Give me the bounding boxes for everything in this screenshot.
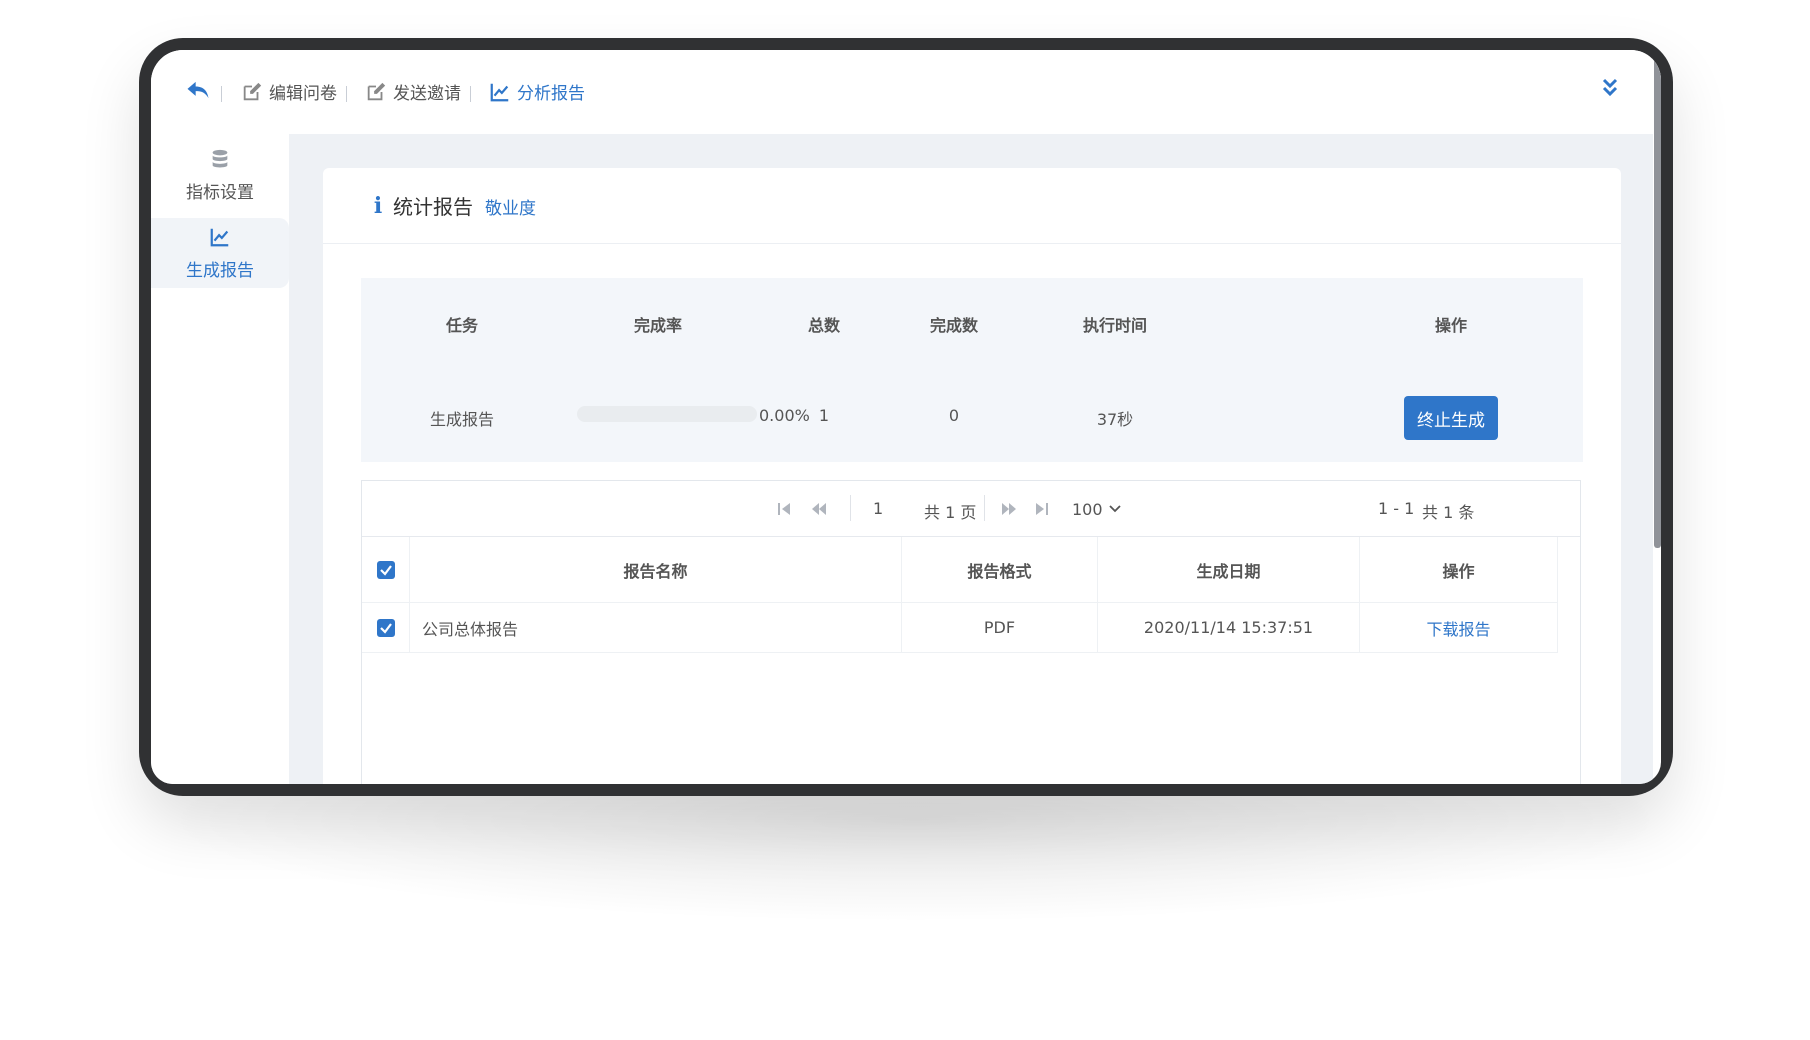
- select-all-checkbox[interactable]: [376, 560, 395, 579]
- check-icon: [379, 622, 392, 634]
- pager-divider: [850, 495, 851, 521]
- back-arrow-icon[interactable]: [184, 76, 212, 104]
- edit-icon: [243, 82, 262, 100]
- toolbar-item-analysis-report[interactable]: 分析报告: [489, 79, 585, 104]
- pager-divider: [984, 495, 985, 521]
- main-content: i 统计报告 敬业度 任务 完成率 总数 完成数 执行时间 操作 生成报告 0.…: [289, 134, 1653, 784]
- report-date: 2020/11/14 15:37:51: [1098, 603, 1360, 652]
- card-header: i 统计报告 敬业度: [323, 168, 1621, 244]
- report-name: 公司总体报告: [410, 603, 902, 652]
- line-chart-icon: [210, 228, 229, 246]
- toolbar-item-edit-survey[interactable]: 编辑问卷: [241, 79, 337, 104]
- edit-icon: [367, 82, 386, 100]
- sidebar-item-generate-report[interactable]: 生成报告: [151, 218, 289, 288]
- column-header-name[interactable]: 报告名称: [410, 537, 902, 602]
- sidebar-item-label: 生成报告: [186, 260, 254, 281]
- sidebar-item-indicator-settings[interactable]: 指标设置: [151, 134, 289, 216]
- info-icon: i: [373, 192, 383, 219]
- column-header-action: 操作: [1360, 537, 1558, 602]
- toolbar-divider: [470, 86, 471, 102]
- toolbar-item-send-invite[interactable]: 发送邀请: [365, 79, 461, 104]
- task-name: 生成报告: [429, 410, 495, 429]
- task-total: 1: [818, 406, 830, 425]
- last-page-icon[interactable]: [1034, 501, 1050, 517]
- task-header-task: 任务: [445, 316, 479, 335]
- chevron-down-icon[interactable]: [1107, 501, 1123, 517]
- card-title: 统计报告: [393, 195, 473, 219]
- top-toolbar: 编辑问卷 发送邀请 分析报告: [151, 50, 1661, 134]
- app-screen: 编辑问卷 发送邀请 分析报告 指标设置 生成报告 i 统计报告 敬业度 任务 完…: [151, 50, 1661, 784]
- line-chart-icon: [490, 83, 509, 101]
- toolbar-divider: [346, 86, 347, 102]
- page-size-select[interactable]: 100: [1072, 500, 1103, 519]
- reports-table: 1 共 1 页 100 1 - 1 共 1 条 报告名称 报告格式 生成日期 操…: [361, 480, 1581, 784]
- download-report-link[interactable]: 下载报告: [1426, 616, 1490, 640]
- double-chevron-down-icon[interactable]: [1601, 77, 1619, 99]
- card-subtitle: 敬业度: [485, 199, 536, 219]
- select-all-cell: [362, 537, 410, 602]
- check-icon: [379, 564, 392, 576]
- task-header-rate: 完成率: [633, 316, 683, 335]
- first-page-icon[interactable]: [776, 501, 792, 517]
- task-header-total: 总数: [807, 316, 841, 335]
- task-header-done: 完成数: [929, 316, 979, 335]
- total-records: 共 1 条: [1422, 503, 1475, 522]
- pagination-bar: 1 共 1 页 100 1 - 1 共 1 条: [362, 481, 1580, 537]
- progress-bar: [577, 406, 757, 422]
- sidebar-item-label: 指标设置: [186, 182, 254, 203]
- toolbar-divider: [221, 86, 222, 102]
- column-header-format[interactable]: 报告格式: [902, 537, 1098, 602]
- task-time: 37秒: [1096, 410, 1134, 429]
- task-header-time: 执行时间: [1082, 316, 1148, 335]
- database-icon: [212, 149, 228, 167]
- next-page-icon[interactable]: [1000, 501, 1018, 517]
- download-report-cell: 下载报告: [1360, 603, 1558, 652]
- stop-generation-button[interactable]: 终止生成: [1404, 396, 1498, 440]
- column-header-date[interactable]: 生成日期: [1098, 537, 1360, 602]
- task-done: 0: [948, 406, 960, 425]
- record-range: 1 - 1: [1378, 499, 1415, 518]
- prev-page-icon[interactable]: [810, 501, 828, 517]
- row-checkbox[interactable]: [376, 618, 395, 637]
- toolbar-item-label: 发送邀请: [393, 84, 461, 104]
- toolbar-item-label: 分析报告: [517, 84, 585, 104]
- table-header-row: 报告名称 报告格式 生成日期 操作: [362, 537, 1558, 603]
- report-card: i 统计报告 敬业度 任务 完成率 总数 完成数 执行时间 操作 生成报告 0.…: [323, 168, 1621, 784]
- row-select-cell: [362, 603, 410, 652]
- report-format: PDF: [902, 603, 1098, 652]
- progress-percent: 0.00%: [759, 406, 810, 425]
- vertical-scrollbar[interactable]: [1654, 50, 1661, 548]
- task-panel: 任务 完成率 总数 完成数 执行时间 操作 生成报告 0.00% 1 0 37秒…: [361, 278, 1583, 462]
- total-pages: 共 1 页: [924, 503, 977, 522]
- toolbar-item-label: 编辑问卷: [269, 84, 337, 104]
- task-header-action: 操作: [1434, 316, 1468, 335]
- sidebar: 指标设置 生成报告: [151, 134, 289, 784]
- current-page-input[interactable]: 1: [873, 499, 883, 518]
- table-row: 公司总体报告 PDF 2020/11/14 15:37:51 下载报告: [362, 603, 1558, 653]
